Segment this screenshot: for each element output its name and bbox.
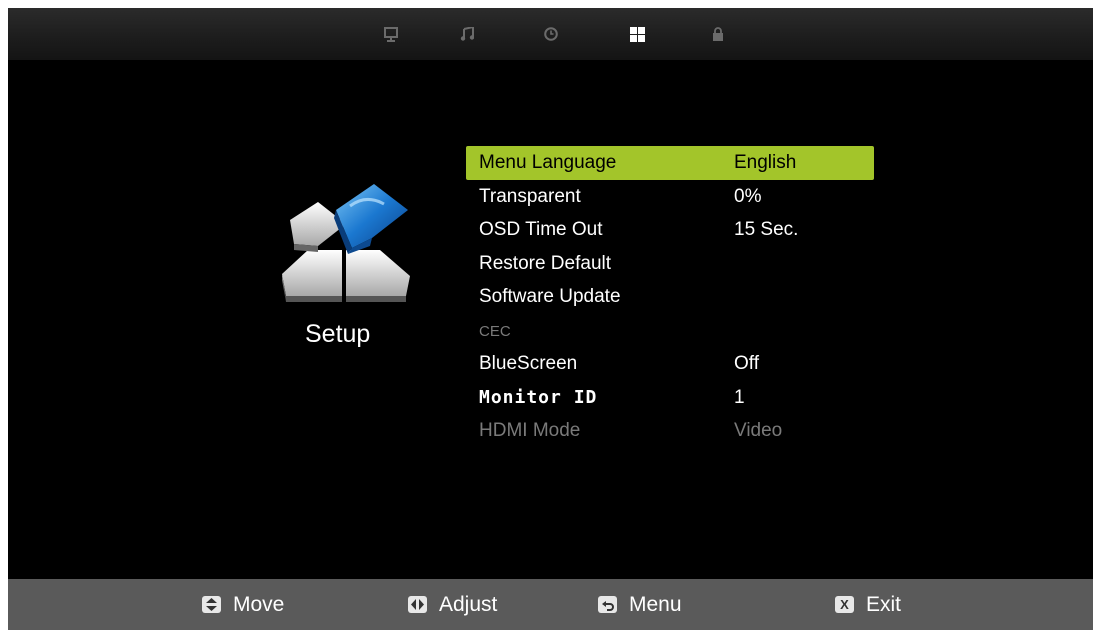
menu-item-label: Transparent — [479, 185, 581, 207]
menu-item-cec: CEC — [466, 314, 874, 348]
setup-blocks-icon — [276, 176, 416, 306]
tab-time[interactable] — [538, 21, 564, 47]
menu-item-label: OSD Time Out — [479, 219, 603, 240]
tab-lock[interactable] — [705, 21, 731, 47]
setup-menu-list: Menu Language English Transparent 0% OSD… — [466, 146, 874, 448]
menu-item-osd-time-out[interactable]: OSD Time Out 15 Sec. — [466, 213, 874, 247]
hint-label: Move — [233, 592, 285, 616]
hint-move: Move — [202, 579, 284, 630]
hint-label: Exit — [866, 592, 902, 616]
menu-item-label: HDMI Mode — [479, 420, 581, 441]
menu-item-value: Off — [734, 353, 759, 374]
category-tab-bar — [8, 8, 1093, 60]
menu-item-label: Monitor ID — [479, 386, 598, 408]
picture-icon — [384, 26, 398, 42]
menu-item-label: Software Update — [479, 286, 621, 307]
menu-item-label: CEC — [479, 322, 511, 340]
menu-item-value: 1 — [734, 386, 745, 408]
setup-icon — [629, 26, 645, 42]
menu-item-value: English — [734, 152, 797, 173]
menu-item-menu-language[interactable]: Menu Language English — [466, 146, 874, 180]
hint-label: Adjust — [439, 592, 498, 616]
menu-item-software-update[interactable]: Software Update — [466, 280, 874, 314]
menu-item-value: 15 Sec. — [734, 219, 799, 240]
hint-exit: X Exit — [835, 579, 901, 630]
time-icon — [544, 27, 558, 41]
menu-item-monitor-id[interactable]: Monitor ID 1 — [466, 381, 874, 415]
help-bar: Move Adjust Menu X Exit — [8, 579, 1093, 630]
hint-adjust: Adjust — [408, 579, 497, 630]
up-down-key-icon — [202, 596, 221, 613]
menu-item-label: Menu Language — [479, 152, 617, 173]
left-right-key-icon — [408, 596, 427, 613]
menu-item-label: Restore Default — [479, 252, 612, 274]
tab-setup[interactable] — [624, 21, 650, 47]
sound-icon — [460, 27, 474, 41]
menu-item-restore-default[interactable]: Restore Default — [466, 247, 874, 281]
hint-menu: Menu — [598, 579, 682, 630]
x-key-icon: X — [835, 596, 854, 613]
menu-item-value: 0% — [734, 185, 762, 207]
tab-picture[interactable] — [378, 21, 404, 47]
tab-sound[interactable] — [454, 21, 480, 47]
menu-item-transparent[interactable]: Transparent 0% — [466, 180, 874, 214]
menu-item-label: BlueScreen — [479, 353, 578, 374]
menu-item-bluescreen[interactable]: BlueScreen Off — [466, 347, 874, 381]
hint-label: Menu — [629, 592, 682, 616]
osd-screen: Setup Menu Language English Transparent … — [8, 8, 1093, 630]
return-key-icon — [598, 596, 617, 613]
menu-item-value: Video — [734, 420, 783, 441]
menu-item-hdmi-mode: HDMI Mode Video — [466, 414, 874, 448]
lock-icon — [713, 27, 723, 41]
page-title: Setup — [305, 320, 371, 348]
